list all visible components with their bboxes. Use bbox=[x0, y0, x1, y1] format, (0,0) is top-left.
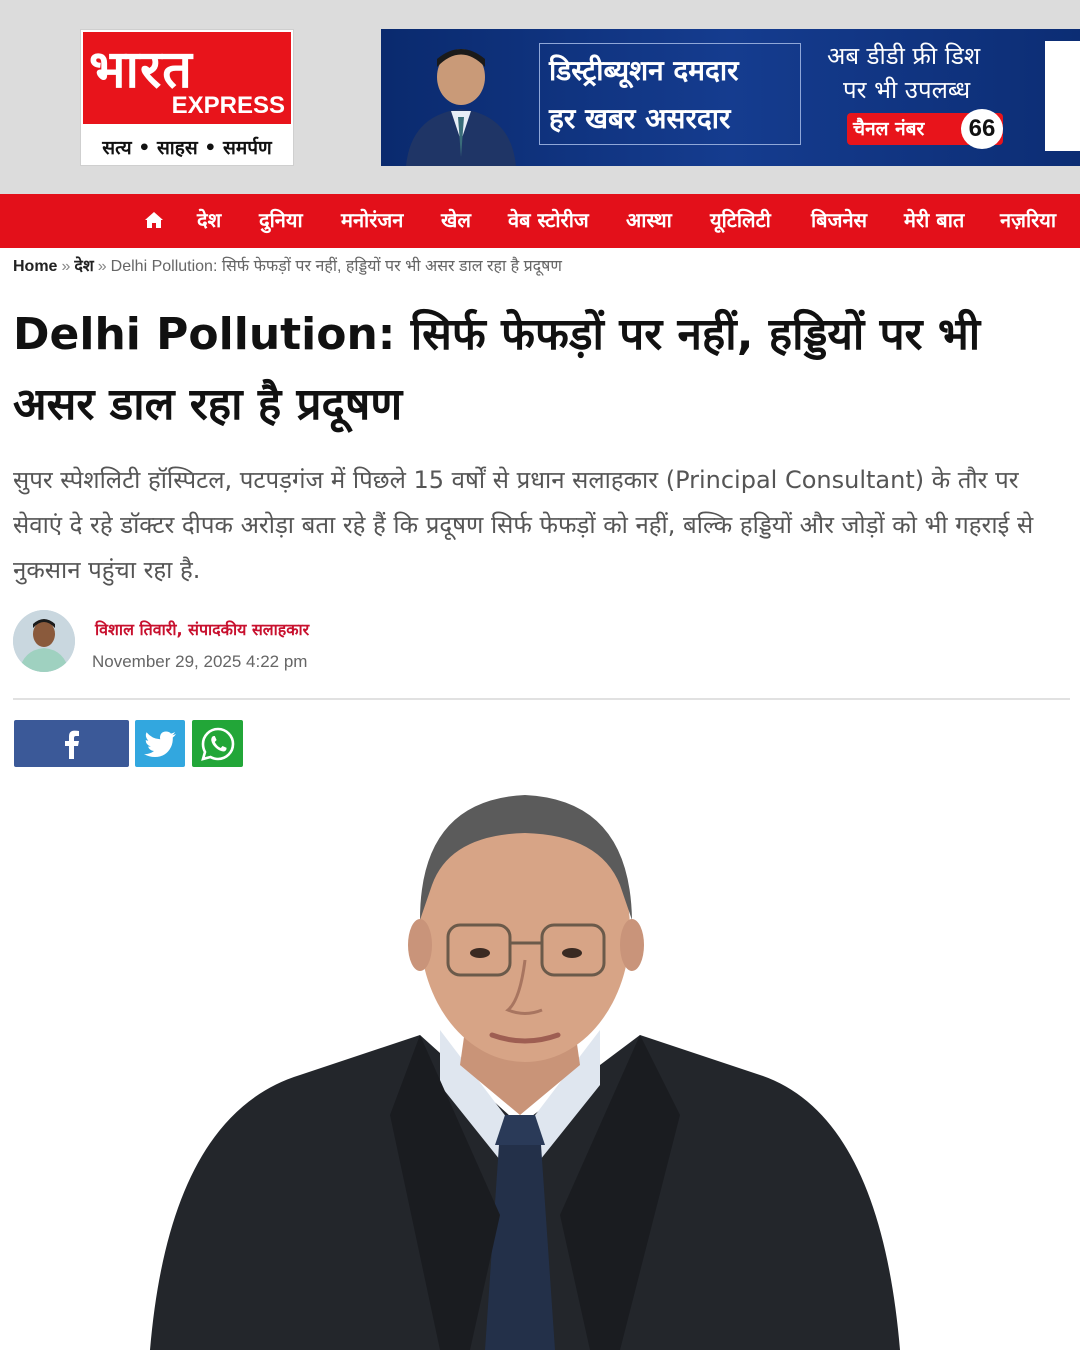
article-summary: सुपर स्पेशलिटी हॉस्पिटल, पटपड़गंज में पि… bbox=[13, 466, 1034, 584]
nav-item-duniya[interactable]: दुनिया bbox=[259, 206, 303, 233]
article-featured-image[interactable] bbox=[0, 785, 1080, 1350]
whatsapp-share-button[interactable] bbox=[192, 720, 243, 767]
breadcrumb-category-link[interactable]: देश bbox=[74, 258, 93, 275]
banner-slogan-line1: डिस्ट्रीब्यूशन दमदार bbox=[549, 54, 739, 87]
nav-item-desh[interactable]: देश bbox=[197, 206, 221, 233]
article-headline: Delhi Pollution: सिर्फ फेफड़ों पर नहीं, … bbox=[13, 309, 981, 430]
doctor-portrait bbox=[150, 795, 900, 1350]
banner-dd-line1: अब डीडी फ्री डिश bbox=[827, 42, 981, 70]
nav-item-utility[interactable]: यूटिलिटी bbox=[710, 206, 771, 233]
site-header: भारत EXPRESS सत्य • साहस • समर्पण डिस्ट्… bbox=[0, 0, 1080, 194]
anchor-photo bbox=[406, 49, 516, 166]
facebook-icon bbox=[64, 730, 79, 759]
breadcrumb: Home» देश» Delhi Pollution: सिर्फ फेफड़ों … bbox=[13, 254, 562, 276]
home-icon[interactable] bbox=[143, 206, 165, 234]
channel-number: 66 bbox=[961, 109, 1003, 149]
breadcrumb-separator: » bbox=[61, 258, 71, 275]
dd-free-dish-logo bbox=[1045, 41, 1080, 151]
advertisement-banner[interactable]: डिस्ट्रीब्यूशन दमदार हर खबर असरदार अब डी… bbox=[381, 29, 1080, 166]
nav-item-khel[interactable]: खेल bbox=[441, 206, 471, 233]
twitter-share-button[interactable] bbox=[135, 720, 185, 767]
breadcrumb-separator: » bbox=[97, 258, 107, 275]
byline-divider bbox=[13, 698, 1070, 700]
site-logo[interactable]: भारत EXPRESS सत्य • साहस • समर्पण bbox=[80, 29, 294, 166]
channel-label: चैनल नंबर bbox=[853, 118, 925, 140]
author-name[interactable]: विशाल तिवारी, संपादकीय सलाहकार bbox=[95, 618, 309, 640]
avatar-image bbox=[13, 610, 75, 672]
main-navigation: देश दुनिया मनोरंजन खेल वेब स्टोरीज आस्था… bbox=[0, 194, 1080, 248]
nav-item-web-stories[interactable]: वेब स्टोरीज bbox=[508, 206, 589, 233]
nav-item-aastha[interactable]: आस्था bbox=[626, 206, 672, 233]
nav-item-nazariya[interactable]: नज़रिया bbox=[1000, 206, 1056, 233]
nav-item-business[interactable]: बिजनेस bbox=[811, 206, 867, 233]
banner-slogan-line2: हर खबर असरदार bbox=[549, 102, 731, 135]
banner-dd-line2: पर भी उपलब्ध bbox=[843, 76, 971, 104]
author-avatar[interactable] bbox=[13, 610, 75, 672]
twitter-icon bbox=[144, 731, 176, 757]
breadcrumb-current: Delhi Pollution: सिर्फ फेफड़ों पर नहीं, … bbox=[110, 258, 562, 275]
logo-english-text: EXPRESS bbox=[171, 92, 285, 119]
facebook-share-button[interactable] bbox=[14, 720, 129, 767]
breadcrumb-home-link[interactable]: Home bbox=[13, 258, 57, 275]
nav-item-manoranjan[interactable]: मनोरंजन bbox=[341, 206, 403, 233]
whatsapp-icon bbox=[200, 727, 234, 761]
publish-date: November 29, 2025 4:22 pm bbox=[92, 652, 308, 671]
logo-tagline: सत्य • साहस • समर्पण bbox=[102, 137, 272, 159]
nav-item-meri-baat[interactable]: मेरी बात bbox=[904, 206, 964, 233]
